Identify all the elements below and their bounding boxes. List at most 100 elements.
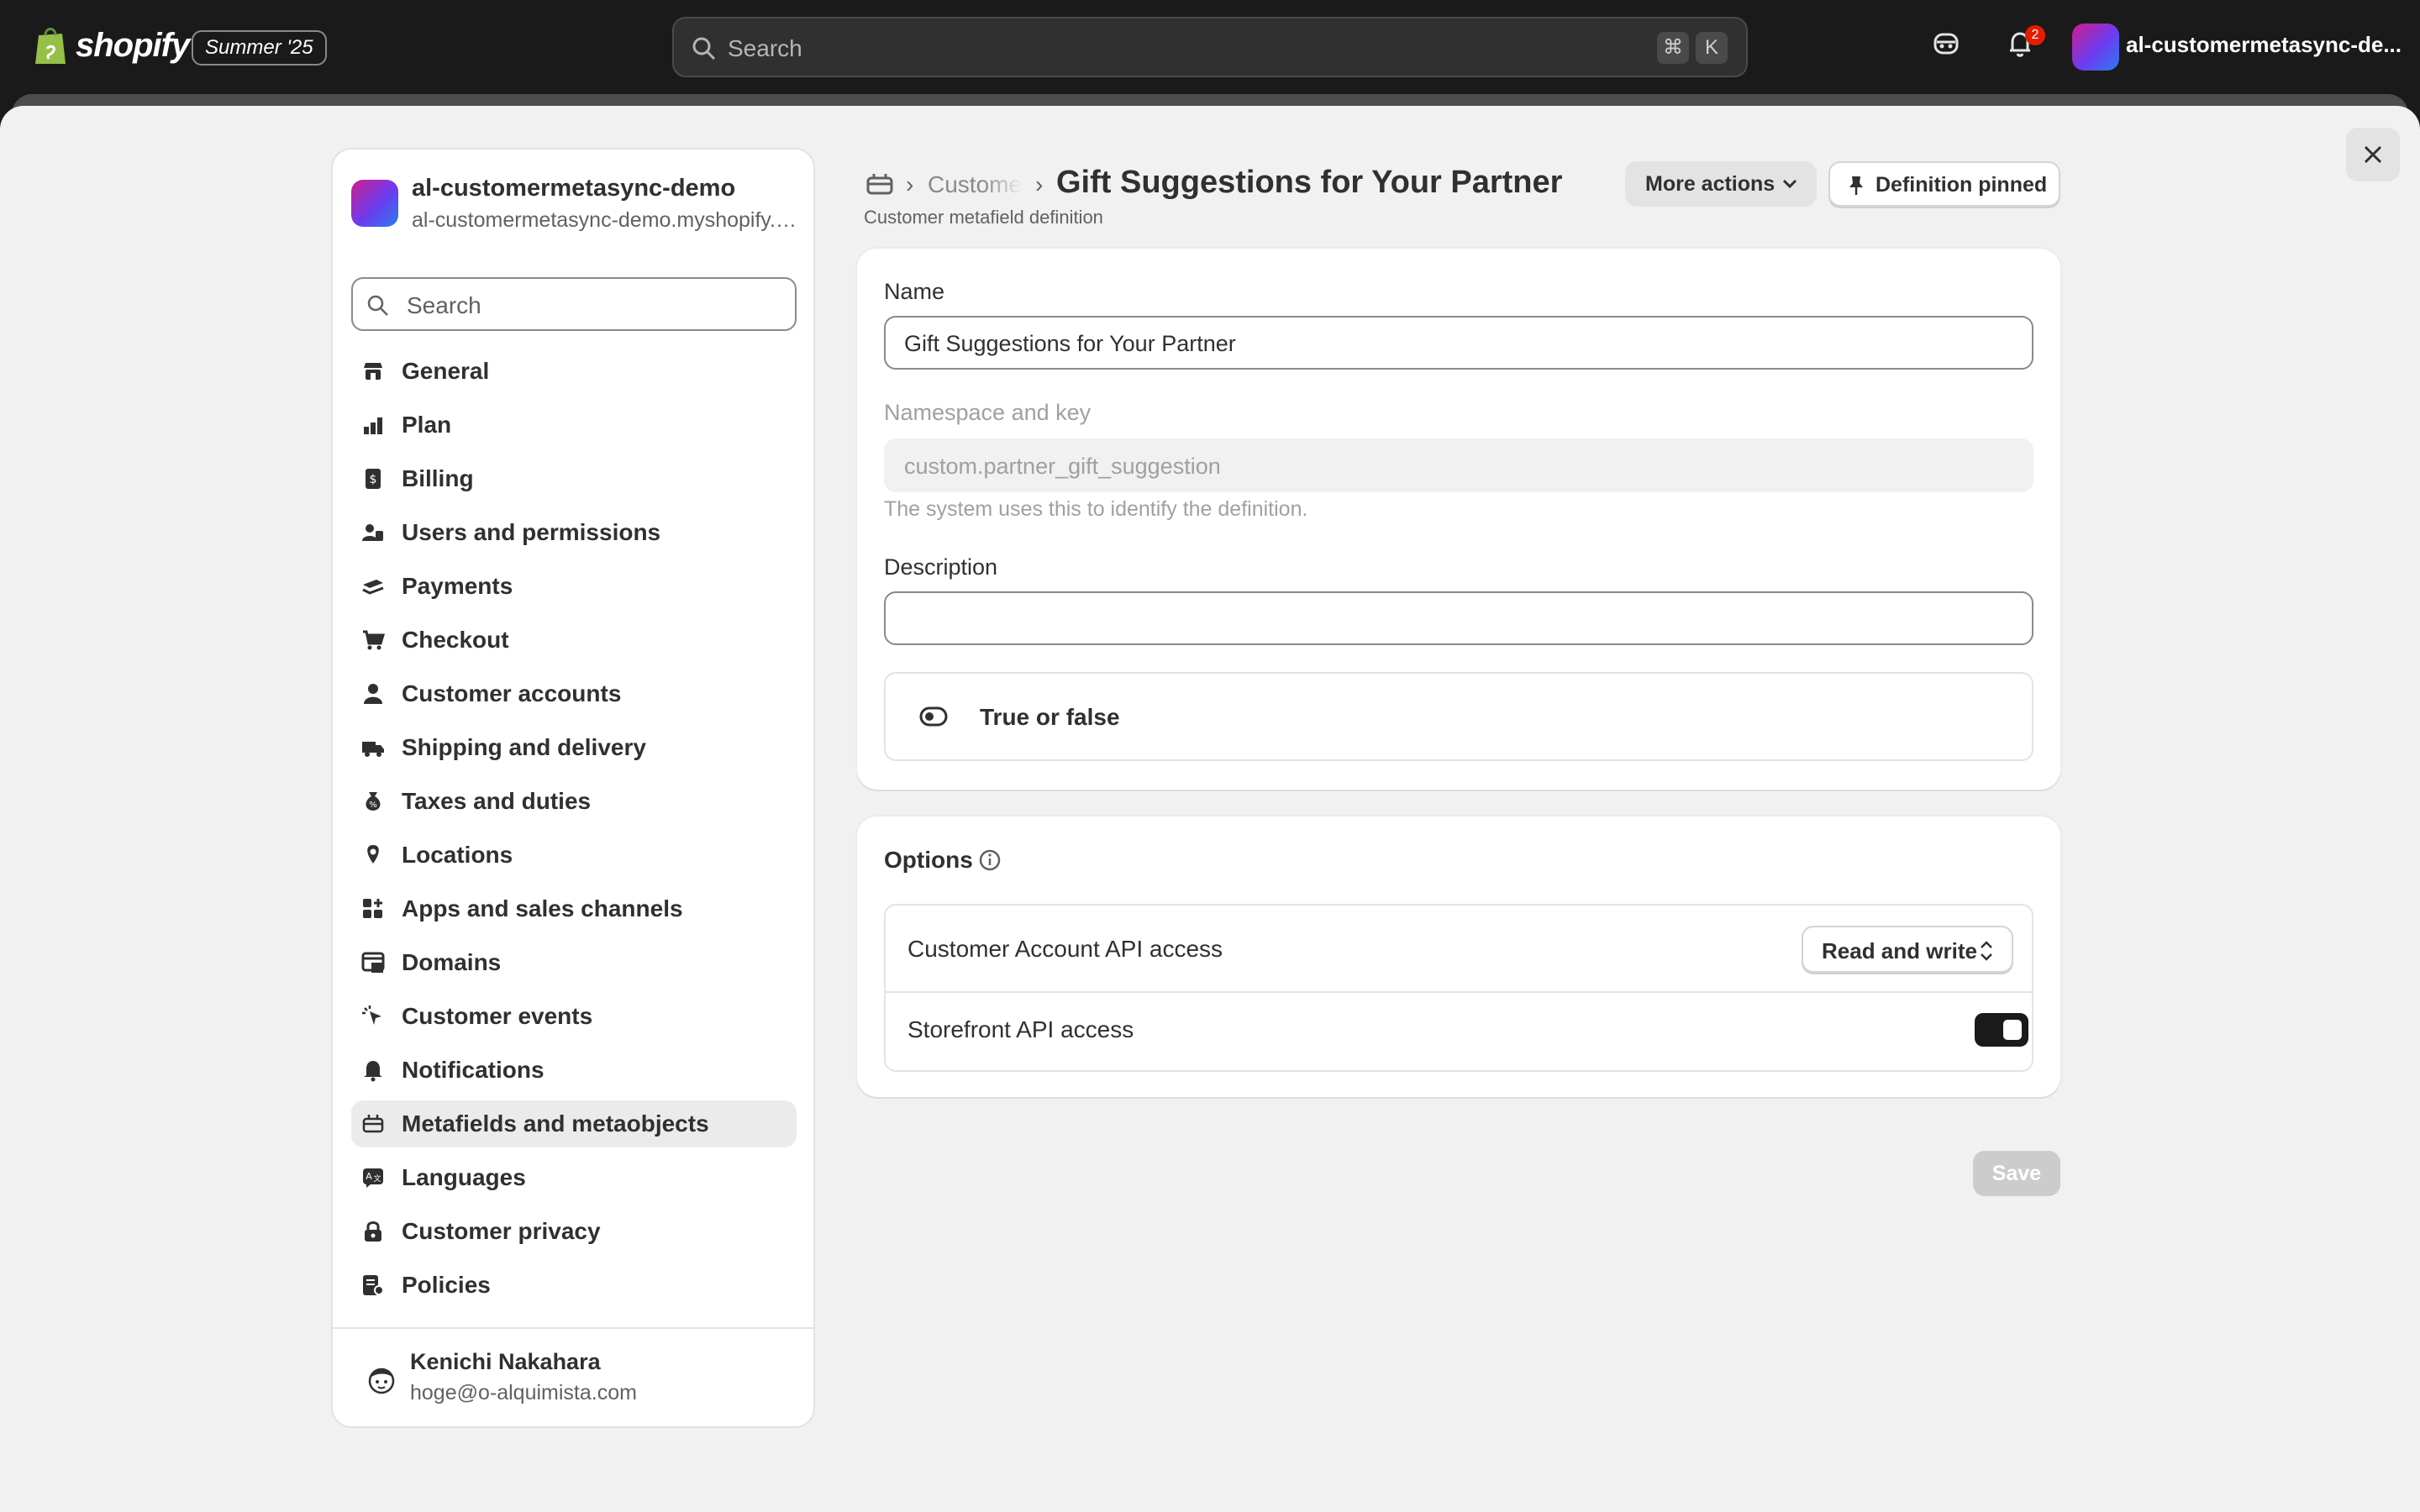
languages-icon: A文	[363, 1168, 383, 1188]
sidebar-item-label: Customer events	[402, 1003, 593, 1029]
options-card: Options Customer Account API access Read…	[857, 816, 2060, 1097]
billing-icon: $	[366, 469, 381, 489]
search-placeholder: Search	[407, 292, 481, 318]
store-avatar[interactable]	[2072, 24, 2119, 71]
sidebar-item-metafields-and-metaobjects[interactable]: Metafields and metaobjects	[351, 1100, 797, 1147]
definition-pinned-button[interactable]: Definition pinned	[1828, 161, 2060, 207]
sidebar-divider	[333, 1327, 813, 1329]
sidebar-item-label: Policies	[402, 1272, 491, 1298]
user-avatar	[368, 1368, 395, 1394]
sidebar-item-label: Users and permissions	[402, 519, 661, 545]
customer-api-label: Customer Account API access	[908, 936, 1223, 962]
select-chevrons-icon	[1981, 941, 1992, 961]
name-field[interactable]: Gift Suggestions for Your Partner	[884, 316, 2033, 370]
cursor-icon	[362, 1005, 381, 1025]
storefront-api-row: Storefront API access	[886, 993, 2032, 1070]
storefront-api-label: Storefront API access	[908, 1016, 1134, 1042]
breadcrumb-separator: ›	[906, 171, 914, 197]
close-icon	[2364, 145, 2382, 164]
sidebar-item-label: Customer accounts	[402, 680, 622, 706]
settings-sidebar: al-customermetasync-demo al-customermeta…	[331, 148, 815, 1428]
sidebar-item-label: Checkout	[402, 627, 509, 653]
sidebar-item-general[interactable]: General	[351, 348, 797, 395]
store-header[interactable]: al-customermetasync-demo al-customermeta…	[351, 175, 798, 242]
close-button[interactable]	[2346, 128, 2400, 181]
search-icon	[692, 37, 716, 60]
storefront-api-toggle[interactable]	[1975, 1013, 2028, 1047]
sidebar-item-label: Payments	[402, 573, 513, 599]
sidebar-item-domains[interactable]: Domains	[351, 939, 797, 986]
sidebar-item-languages[interactable]: A 文 Languages	[351, 1154, 797, 1201]
person-icon	[364, 684, 382, 704]
options-title: Options	[884, 847, 973, 873]
sidebar-item-label: Plan	[402, 412, 452, 438]
sidebar-item-checkout[interactable]: Checkout	[351, 617, 797, 664]
more-actions-label: More actions	[1645, 172, 1776, 196]
sidebar-item-label: Shipping and delivery	[402, 734, 646, 760]
sidebar-item-shipping-and-delivery[interactable]: Shipping and delivery	[351, 724, 797, 771]
user-email: hoge@o-alquimista.com	[410, 1381, 637, 1404]
sidebar-item-customer-privacy[interactable]: Customer privacy	[351, 1208, 797, 1255]
cart-icon	[363, 630, 385, 650]
definition-pinned-label: Definition pinned	[1876, 173, 2048, 197]
save-button[interactable]: Save	[1973, 1151, 2060, 1196]
svg-text:$: $	[370, 473, 377, 486]
type-selector[interactable]: True or false	[884, 672, 2033, 761]
toggle-knob	[2003, 1020, 2022, 1040]
edition-badge[interactable]: Summer '25	[192, 30, 327, 66]
breadcrumb-parent-link[interactable]: Customers	[928, 171, 1022, 198]
settings-search-input[interactable]: Search	[351, 277, 797, 331]
name-label: Name	[884, 279, 945, 304]
sidebar-item-customer-events[interactable]: Customer events	[351, 993, 797, 1040]
search-placeholder: Search	[728, 35, 802, 61]
customer-api-select[interactable]: Read and write	[1802, 926, 2013, 973]
namespace-value: custom.partner_gift_suggestion	[904, 454, 1221, 479]
name-value: Gift Suggestions for Your Partner	[904, 331, 1236, 356]
sidebar-item-label: Customer privacy	[402, 1218, 601, 1244]
type-label: True or false	[980, 704, 1120, 730]
global-search-input[interactable]: Search ⌘ K	[672, 17, 1748, 77]
namespace-label: Namespace and key	[884, 400, 1092, 425]
brand-name: shopify	[76, 26, 190, 64]
sidebar-item-taxes-and-duties[interactable]: % Taxes and duties	[351, 778, 797, 825]
sidebar-item-locations[interactable]: Locations	[351, 832, 797, 879]
svg-text:文: 文	[373, 1173, 381, 1184]
sidebar-item-plan[interactable]: Plan	[351, 402, 797, 449]
sidekick-icon[interactable]	[1931, 29, 1961, 59]
sidebar-item-payments[interactable]: Payments	[351, 563, 797, 610]
shortcut-k-key: K	[1696, 32, 1728, 64]
namespace-field: custom.partner_gift_suggestion	[884, 438, 2033, 492]
shortcut-cmd-key: ⌘	[1657, 32, 1689, 64]
sidebar-item-users-and-permissions[interactable]: Users and permissions	[351, 509, 797, 556]
policies-icon	[363, 1275, 384, 1295]
tax-icon: %	[366, 792, 381, 811]
metafields-icon	[362, 1115, 384, 1133]
sidebar-item-apps-and-sales-channels[interactable]: Apps and sales channels	[351, 885, 797, 932]
svg-text:%: %	[369, 801, 377, 810]
domains-icon	[361, 952, 385, 973]
lock-icon	[365, 1221, 381, 1242]
svg-text:A: A	[366, 1171, 372, 1182]
sidebar-item-customer-accounts[interactable]: Customer accounts	[351, 670, 797, 717]
store-menu-name[interactable]: al-customermetasync-de...	[2126, 32, 2402, 58]
sidebar-item-policies[interactable]: Policies	[351, 1262, 797, 1309]
sidebar-item-billing[interactable]: $ Billing	[351, 455, 797, 502]
shopify-logo[interactable]: shopify	[34, 25, 190, 66]
user-profile[interactable]: Kenichi Nakahara hoge@o-alquimista.com	[363, 1349, 800, 1416]
sidebar-item-label: Taxes and duties	[402, 788, 592, 814]
more-actions-button[interactable]: More actions	[1625, 161, 1817, 207]
settings-nav: General Plan $ Billing Users and permissions…	[351, 348, 797, 1315]
notification-count-badge: 2	[2025, 25, 2045, 45]
info-icon[interactable]	[978, 848, 1002, 872]
sidebar-item-label: General	[402, 358, 490, 384]
location-icon	[367, 845, 379, 864]
sidebar-item-label: Languages	[402, 1164, 526, 1190]
store-icon	[364, 363, 382, 380]
description-field[interactable]	[884, 591, 2033, 645]
metafields-icon[interactable]	[865, 171, 894, 197]
users-icon	[362, 524, 383, 541]
sidebar-item-label: Locations	[402, 842, 513, 868]
sidebar-item-notifications[interactable]: Notifications	[351, 1047, 797, 1094]
store-domain: al-customermetasync-demo.myshopify.com	[412, 208, 798, 232]
toggle-type-icon	[919, 706, 948, 727]
